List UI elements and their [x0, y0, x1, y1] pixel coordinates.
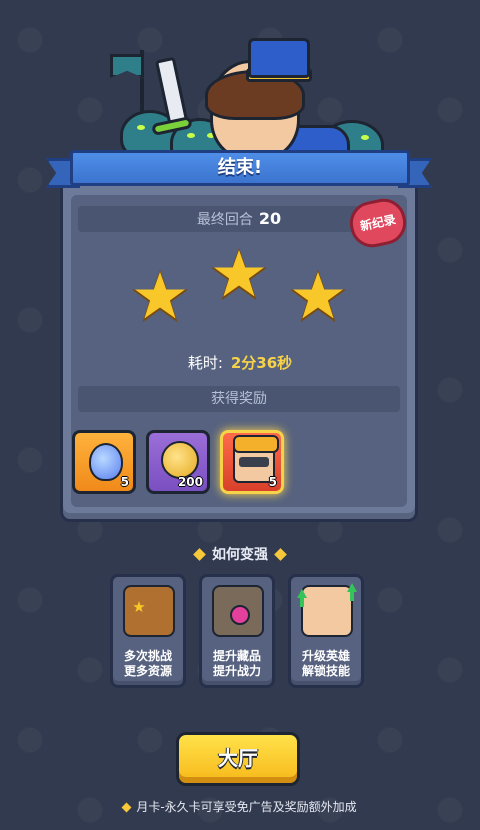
tip-card-challenge[interactable]: 多次挑战 更多资源 [110, 574, 186, 688]
rewards-header: 获得奖励 [78, 386, 400, 412]
result-title: 结束! [70, 150, 410, 186]
reward-qty: 5 [120, 475, 129, 489]
reward-qty: 200 [177, 475, 203, 489]
tips-header-label: 如何变强 [212, 547, 268, 563]
diamond-icon [193, 548, 206, 561]
time-value: 2分36秒 [230, 354, 293, 372]
tip-line-2: 解锁技能 [301, 664, 350, 678]
tip-card-collection[interactable]: 提升藏品 提升战力 [199, 574, 275, 688]
reward-item-coin[interactable]: 200 [146, 430, 210, 494]
glove-icon [212, 585, 264, 637]
final-round-value: 20 [258, 209, 282, 228]
reward-qty: 5 [268, 475, 277, 489]
tip-line-1: 提升藏品 [212, 649, 261, 663]
final-round-label: 最终回合 [196, 212, 253, 228]
tip-text: 升级英雄 解锁技能 [291, 649, 361, 679]
tips-header: 如何变强 [0, 544, 480, 564]
tip-text: 提升藏品 提升战力 [202, 649, 272, 679]
tip-line-2: 提升战力 [212, 664, 261, 678]
footer-note: 月卡-永久卡可享受免广告及奖励额外加成 [0, 798, 480, 815]
coin-icon [161, 441, 199, 479]
gem-icon [89, 443, 123, 481]
chest-icon [123, 585, 175, 637]
tip-line-1: 多次挑战 [123, 649, 172, 663]
king-illustration [100, 30, 420, 175]
time-label: 耗时: [187, 354, 223, 372]
tip-line-1: 升级英雄 [301, 649, 350, 663]
tip-text: 多次挑战 更多资源 [113, 649, 183, 679]
rewards-header-label: 获得奖励 [211, 391, 267, 407]
lobby-button[interactable]: 大厅 [176, 732, 300, 786]
hero-upgrade-icon [301, 585, 353, 637]
reward-item-gem[interactable]: 5 [72, 430, 136, 494]
crown-icon [248, 38, 310, 78]
flag-icon [110, 54, 144, 78]
tip-card-hero[interactable]: 升级英雄 解锁技能 [288, 574, 364, 688]
reward-item-hero[interactable]: 5 [220, 430, 284, 494]
footer-text: 月卡-永久卡可享受免广告及奖励额外加成 [136, 800, 357, 814]
diamond-icon [274, 548, 287, 561]
diamond-icon [121, 802, 132, 813]
tip-line-2: 更多资源 [123, 664, 172, 678]
elapsed-time: 耗时: 2分36秒 [0, 352, 480, 373]
